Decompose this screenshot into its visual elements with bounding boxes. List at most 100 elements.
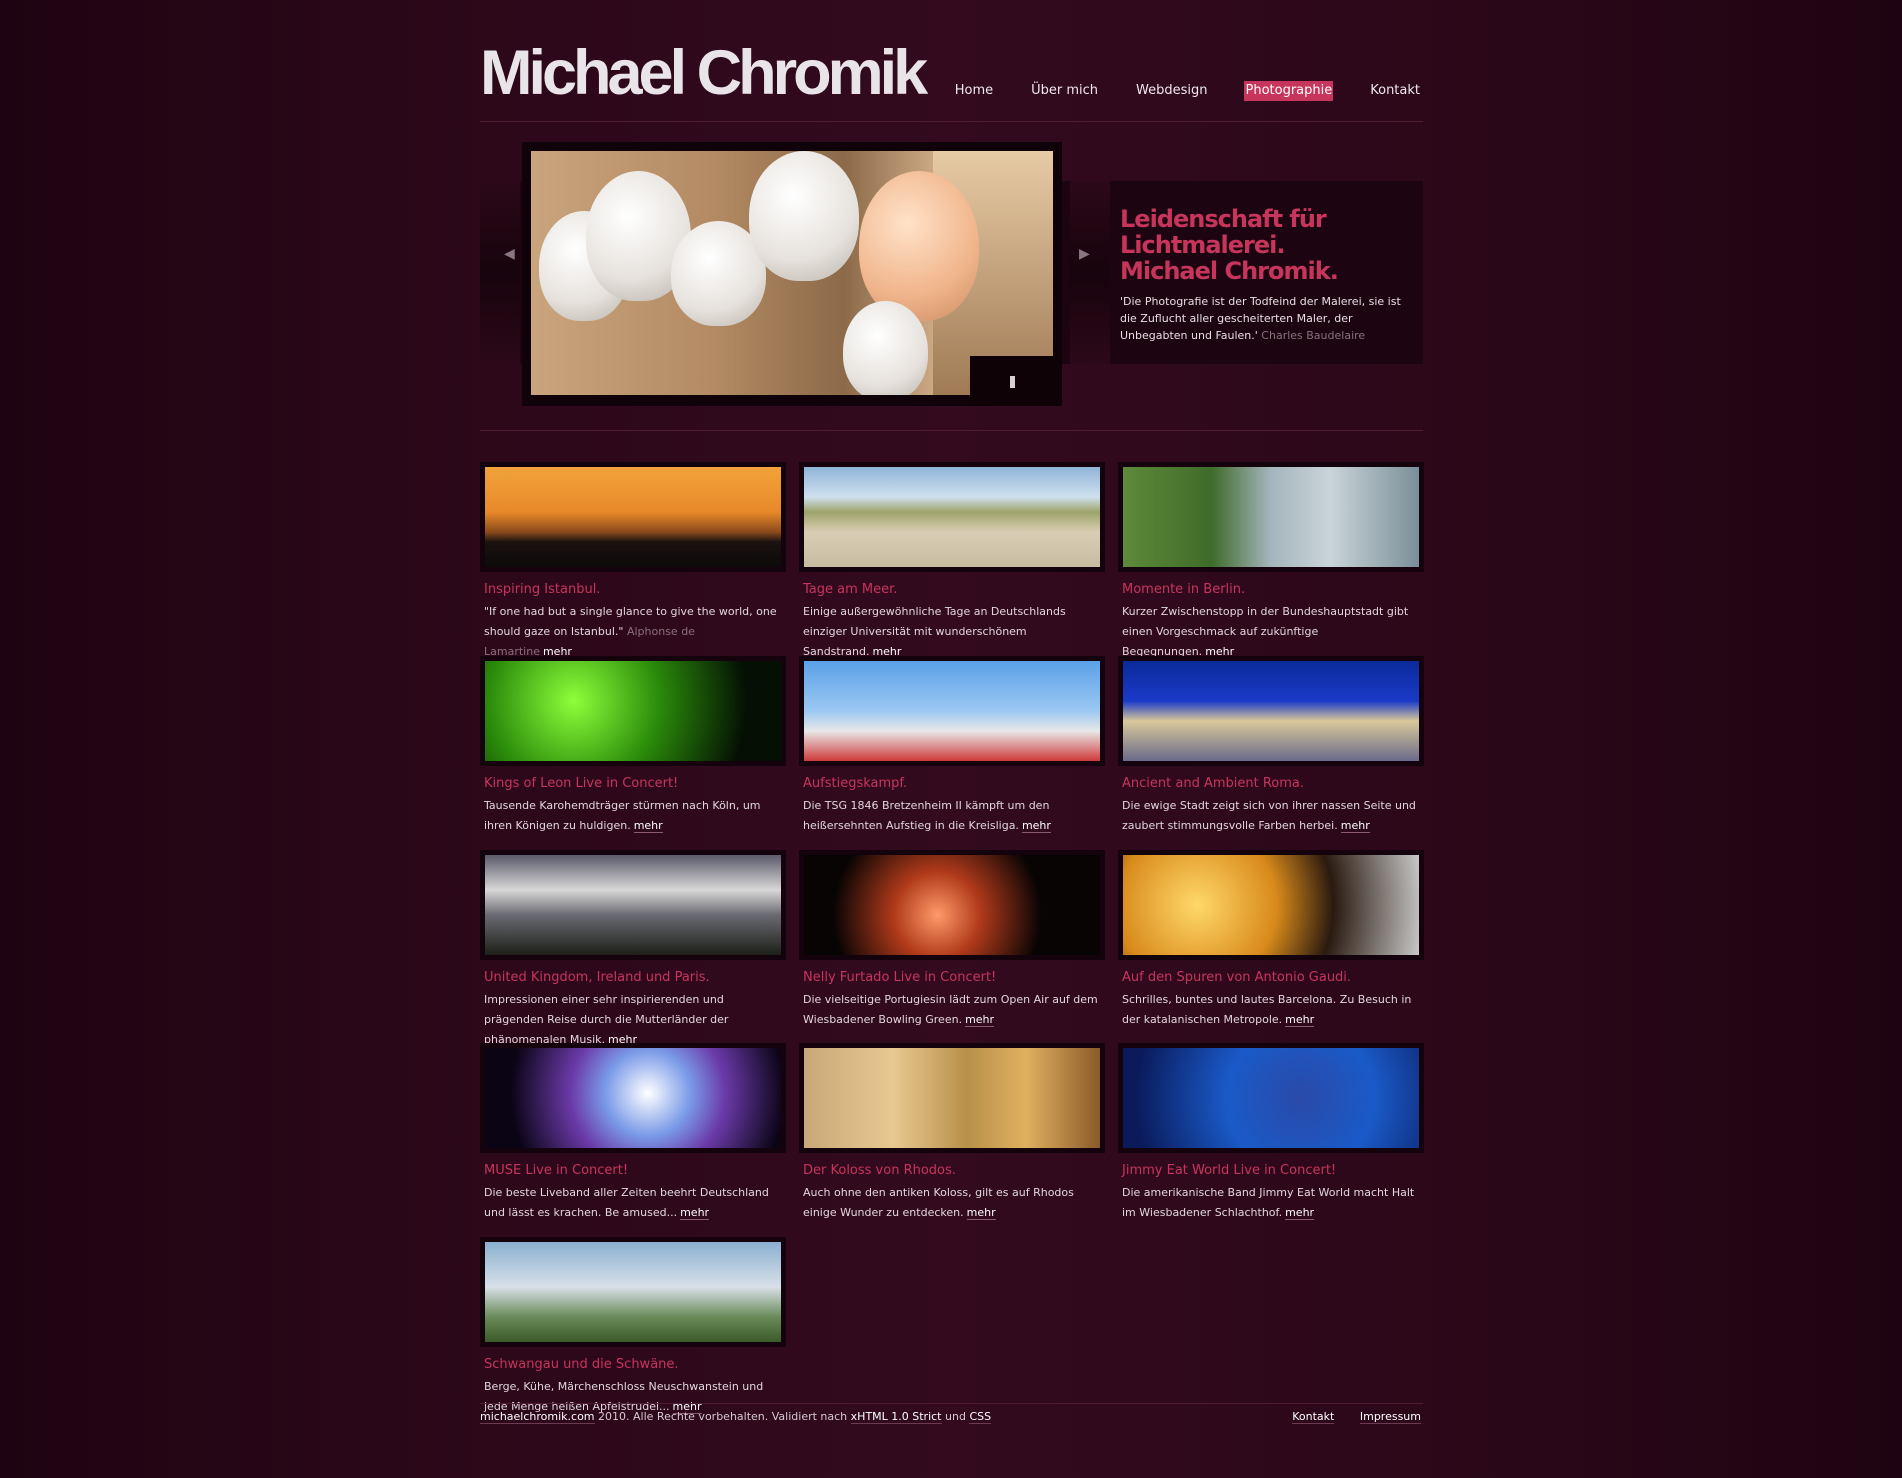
- gallery-description: Impressionen einer sehr inspirierenden u…: [480, 990, 786, 1050]
- gallery-title[interactable]: Kings of Leon Live in Concert!: [480, 776, 786, 792]
- footer-copyright: 2010. Alle Rechte vorbehalten. Validiert…: [598, 1410, 848, 1423]
- gallery-title[interactable]: Der Koloss von Rhodos.: [799, 1163, 1105, 1179]
- footer-css-link[interactable]: CSS: [969, 1410, 992, 1424]
- gallery-thumbnail[interactable]: [1118, 462, 1424, 572]
- footer-kontakt-link[interactable]: Kontakt: [1292, 1410, 1335, 1424]
- footer: michaelchromik.com 2010. Alle Rechte vor…: [480, 1403, 1423, 1424]
- arrow-left-icon[interactable]: ◀: [504, 246, 515, 262]
- gallery-image[interactable]: [804, 855, 1100, 955]
- page-wrapper: Michael Chromik Home Über mich Webdesign…: [480, 0, 1424, 1431]
- gallery-title[interactable]: Inspiring Istanbul.: [480, 582, 786, 598]
- gallery-description: Die amerikanische Band Jimmy Eat World m…: [1118, 1183, 1424, 1223]
- hero-quote-source: Charles Baudelaire: [1261, 329, 1366, 342]
- gallery-grid: Inspiring Istanbul. "If one had but a sin…: [480, 431, 1424, 1431]
- gallery-thumbnail[interactable]: [480, 850, 786, 960]
- mask-shape: [859, 171, 979, 321]
- gallery-card: Auf den Spuren von Antonio Gaudi. Schrill…: [1118, 850, 1424, 1030]
- gallery-card: Tage am Meer. Einige außergewöhnliche Tag…: [799, 462, 1105, 662]
- gallery-thumbnail[interactable]: [480, 462, 786, 572]
- gallery-description-text: Schrilles, buntes und lautes Barcelona. …: [1122, 993, 1412, 1026]
- gallery-image[interactable]: [1123, 661, 1419, 761]
- gallery-thumbnail[interactable]: [1118, 850, 1424, 960]
- gallery-image[interactable]: [1123, 855, 1419, 955]
- gallery-image[interactable]: [804, 467, 1100, 567]
- more-link[interactable]: mehr: [633, 819, 663, 833]
- gallery-description-text: Die ewige Stadt zeigt sich von ihrer nas…: [1122, 799, 1416, 832]
- mask-shape: [843, 301, 928, 395]
- hero-quote: 'Die Photografie ist der Todfeind der Ma…: [1120, 293, 1420, 344]
- gallery-image[interactable]: [485, 661, 781, 761]
- gallery-card: United Kingdom, Ireland und Paris. Impres…: [480, 850, 786, 1050]
- gallery-title[interactable]: MUSE Live in Concert!: [480, 1163, 786, 1179]
- footer-xhtml-link[interactable]: xHTML 1.0 Strict: [850, 1410, 942, 1424]
- gallery-thumbnail[interactable]: [480, 656, 786, 766]
- hero-text: Leidenschaft für Lichtmalerei. Michael C…: [1120, 206, 1420, 344]
- gallery-card: Schwangau und die Schwäne. Berge, Kühe, M…: [480, 1237, 786, 1417]
- footer-links: Kontakt Impressum: [1270, 1410, 1421, 1424]
- gallery-card: Nelly Furtado Live in Concert! Die vielse…: [799, 850, 1105, 1030]
- pause-icon[interactable]: [1010, 376, 1015, 388]
- more-link[interactable]: mehr: [1285, 1013, 1315, 1027]
- more-link[interactable]: mehr: [966, 1206, 996, 1220]
- gallery-image[interactable]: [1123, 1048, 1419, 1148]
- gallery-card: Der Koloss von Rhodos. Auch ohne den anti…: [799, 1043, 1105, 1223]
- gallery-title[interactable]: Schwangau und die Schwäne.: [480, 1357, 786, 1373]
- gallery-title[interactable]: United Kingdom, Ireland und Paris.: [480, 970, 786, 986]
- gallery-thumbnail[interactable]: [480, 1237, 786, 1347]
- nav-webdesign[interactable]: Webdesign: [1135, 81, 1208, 101]
- gallery-title[interactable]: Nelly Furtado Live in Concert!: [799, 970, 1105, 986]
- arrow-right-icon[interactable]: ▶: [1079, 246, 1090, 262]
- gallery-thumbnail[interactable]: [799, 656, 1105, 766]
- nav-photographie[interactable]: Photographie: [1244, 81, 1334, 101]
- gallery-description: Einige außergewöhnliche Tage an Deutschl…: [799, 602, 1105, 662]
- hero-slider: ◀ ▶ Leidenschaft für Lichtmalerei. Micha…: [480, 122, 1423, 431]
- gallery-thumbnail[interactable]: [799, 462, 1105, 572]
- more-link[interactable]: mehr: [1285, 1206, 1315, 1220]
- nav-ueber-mich[interactable]: Über mich: [1030, 81, 1099, 101]
- gallery-title[interactable]: Jimmy Eat World Live in Concert!: [1118, 1163, 1424, 1179]
- gallery-description-text: Tausende Karohemdträger stürmen nach Köl…: [484, 799, 761, 832]
- gallery-description: Schrilles, buntes und lautes Barcelona. …: [1118, 990, 1424, 1030]
- gallery-card: Inspiring Istanbul. "If one had but a sin…: [480, 462, 786, 662]
- footer-impressum-link[interactable]: Impressum: [1359, 1410, 1421, 1424]
- gallery-card: Momente in Berlin. Kurzer Zwischenstopp i…: [1118, 462, 1424, 662]
- gallery-image[interactable]: [485, 1242, 781, 1342]
- main-nav: Home Über mich Webdesign Photographie Ko…: [918, 81, 1421, 101]
- gallery-description-text: Impressionen einer sehr inspirierenden u…: [484, 993, 729, 1046]
- nav-kontakt[interactable]: Kontakt: [1369, 81, 1421, 101]
- gallery-thumbnail[interactable]: [799, 850, 1105, 960]
- gallery-thumbnail[interactable]: [480, 1043, 786, 1153]
- site-logo[interactable]: Michael Chromik: [480, 42, 928, 105]
- slider-control[interactable]: [970, 356, 1062, 406]
- gallery-title[interactable]: Auf den Spuren von Antonio Gaudi.: [1118, 970, 1424, 986]
- gallery-description: Die TSG 1846 Bretzenheim II kämpft um de…: [799, 796, 1105, 836]
- hero-edge-left: [480, 181, 520, 364]
- nav-home[interactable]: Home: [954, 81, 994, 101]
- gallery-description: Die vielseitige Portugiesin lädt zum Ope…: [799, 990, 1105, 1030]
- footer-domain-link[interactable]: michaelchromik.com: [480, 1410, 595, 1424]
- gallery-image[interactable]: [804, 661, 1100, 761]
- gallery-card: Kings of Leon Live in Concert! Tausende K…: [480, 656, 786, 836]
- more-link[interactable]: mehr: [1340, 819, 1370, 833]
- gallery-title[interactable]: Ancient and Ambient Roma.: [1118, 776, 1424, 792]
- gallery-image[interactable]: [1123, 467, 1419, 567]
- more-link[interactable]: mehr: [965, 1013, 995, 1027]
- gallery-title[interactable]: Momente in Berlin.: [1118, 582, 1424, 598]
- gallery-image[interactable]: [485, 467, 781, 567]
- hero-title: Leidenschaft für Lichtmalerei. Michael C…: [1120, 205, 1339, 285]
- gallery-description-text: Die TSG 1846 Bretzenheim II kämpft um de…: [803, 799, 1050, 832]
- gallery-thumbnail[interactable]: [1118, 1043, 1424, 1153]
- more-link[interactable]: mehr: [680, 1206, 710, 1220]
- footer-und: und: [945, 1410, 966, 1423]
- more-link[interactable]: mehr: [1021, 819, 1051, 833]
- gallery-image[interactable]: [485, 855, 781, 955]
- gallery-title[interactable]: Tage am Meer.: [799, 582, 1105, 598]
- header: Michael Chromik Home Über mich Webdesign…: [480, 0, 1423, 122]
- gallery-thumbnail[interactable]: [799, 1043, 1105, 1153]
- gallery-image[interactable]: [804, 1048, 1100, 1148]
- gallery-description: Die beste Liveband aller Zeiten beehrt D…: [480, 1183, 786, 1223]
- gallery-image[interactable]: [485, 1048, 781, 1148]
- gallery-title[interactable]: Aufstiegskampf.: [799, 776, 1105, 792]
- gallery-thumbnail[interactable]: [1118, 656, 1424, 766]
- gallery-card: MUSE Live in Concert! Die beste Liveband …: [480, 1043, 786, 1223]
